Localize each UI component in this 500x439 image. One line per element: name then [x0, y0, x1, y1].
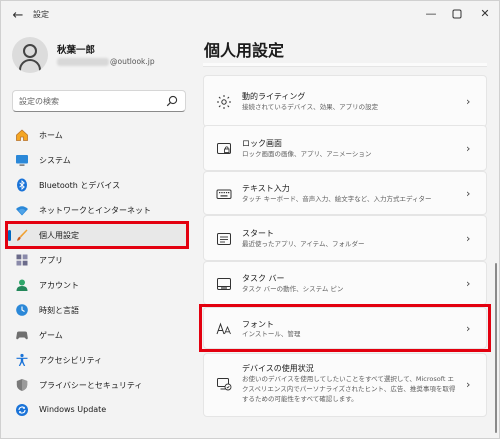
chevron-right-icon: › [466, 95, 471, 108]
page-title: 個人用設定 [204, 41, 285, 60]
user-email: @outlook.jp [57, 57, 155, 66]
shield-icon [16, 379, 28, 391]
card-description: 接続されているデバイス、効果、アプリの設定 [242, 103, 379, 111]
back-arrow-icon[interactable]: ← [9, 7, 27, 25]
sidebar-item-apps[interactable]: アプリ [7, 248, 189, 273]
card-title: 動的ライティング [242, 92, 306, 101]
card-dynamic-lighting[interactable]: 動的ライティング 接続されているデバイス、効果、アプリの設定 › [203, 75, 487, 127]
user-name: 秋葉一郎 [57, 45, 96, 56]
card-taskbar[interactable]: タスク バー タスク バーの動作、システム ピン › [203, 261, 487, 305]
user-profile[interactable]: 秋葉一郎 @outlook.jp [12, 37, 192, 77]
card-fonts[interactable]: フォント インストール、管理 › [203, 307, 487, 349]
windows-update-icon [16, 404, 28, 416]
time-language-icon [16, 304, 28, 316]
chevron-right-icon: › [466, 322, 471, 335]
chevron-right-icon: › [466, 142, 471, 155]
maximize-button[interactable] [447, 5, 467, 23]
card-title: テキスト入力 [242, 184, 290, 193]
card-start[interactable]: スタート 最近使ったアプリ、アイテム、フォルダー › [203, 215, 487, 261]
card-title: スタート [242, 229, 274, 238]
chevron-right-icon: › [466, 277, 471, 290]
lock-screen-icon [217, 143, 231, 154]
card-description: 最近使ったアプリ、アイテム、フォルダー [242, 240, 365, 248]
bluetooth-icon [17, 178, 27, 192]
device-usage-icon [217, 378, 232, 391]
card-lock-screen[interactable]: ロック画面 ロック画面の画像、アプリ、アニメーション › [203, 125, 487, 171]
sidebar-item-accounts[interactable]: アカウント [7, 273, 189, 298]
account-icon [16, 279, 28, 291]
personalization-brush-icon [17, 229, 28, 241]
card-description: タスク バーの動作、システム ピン [242, 285, 344, 293]
sidebar-item-windows-update[interactable]: Windows Update [7, 398, 189, 423]
card-title: タスク バー [242, 274, 285, 283]
home-icon [16, 129, 28, 141]
search-icon[interactable] [166, 95, 178, 107]
sidebar-item-bluetooth[interactable]: Bluetooth とデバイス [7, 173, 189, 198]
fonts-icon [216, 322, 231, 335]
start-icon [217, 233, 231, 245]
card-title: デバイスの使用状況 [242, 364, 314, 373]
chevron-right-icon: › [466, 232, 471, 245]
sidebar-item-time-language[interactable]: 時刻と言語 [7, 298, 189, 323]
system-icon [16, 155, 28, 166]
card-description: タッチ キーボード、音声入力、絵文字など、入力方式エディター [242, 195, 432, 203]
avatar [12, 37, 48, 73]
card-device-usage[interactable]: デバイスの使用状況 お使いのデバイスを使用してしたいことをすべて選択して、Mic… [203, 353, 487, 417]
minimize-button[interactable]: — [421, 5, 441, 23]
sidebar-item-system[interactable]: システム [7, 148, 189, 173]
sidebar-item-home[interactable]: ホーム [7, 123, 189, 148]
card-description: インストール、管理 [242, 330, 301, 338]
title-bar: ← 設定 — ✕ [1, 1, 500, 31]
wifi-icon [16, 206, 28, 216]
gaming-icon [16, 331, 28, 340]
card-description: ロック画面の画像、アプリ、アニメーション [242, 150, 372, 158]
card-title: ロック画面 [242, 139, 282, 148]
chevron-right-icon: › [466, 187, 471, 200]
search-input[interactable] [19, 94, 159, 109]
sidebar-item-gaming[interactable]: ゲーム [7, 323, 189, 348]
scrollbar-thumb[interactable] [495, 263, 497, 433]
apps-icon [16, 254, 28, 266]
taskbar-icon [217, 278, 231, 290]
card-text-input[interactable]: テキスト入力 タッチ キーボード、音声入力、絵文字など、入力方式エディター › [203, 171, 487, 215]
sidebar-item-privacy[interactable]: プライバシーとセキュリティ [7, 373, 189, 398]
settings-window: ← 設定 — ✕ 秋葉一郎 @outlook.jp ホーム システム [0, 0, 500, 439]
card-description: お使いのデバイスを使用してしたいことをすべて選択して、Microsoft エクス… [242, 375, 456, 403]
dynamic-lighting-icon [217, 95, 231, 109]
redacted-email-prefix [57, 58, 109, 66]
app-title: 設定 [33, 10, 49, 19]
settings-search[interactable] [12, 90, 186, 112]
sidebar-item-personalization[interactable]: 個人用設定 [7, 223, 189, 248]
sidebar-nav: ホーム システム Bluetooth とデバイス ネットワークとインターネット … [7, 123, 191, 423]
chevron-right-icon: › [466, 378, 471, 391]
keyboard-icon [216, 189, 232, 199]
previous-card-edge [203, 63, 487, 67]
close-button[interactable]: ✕ [475, 5, 495, 23]
sidebar-item-network[interactable]: ネットワークとインターネット [7, 198, 189, 223]
accessibility-icon [16, 353, 28, 366]
sidebar-item-accessibility[interactable]: アクセシビリティ [7, 348, 189, 373]
